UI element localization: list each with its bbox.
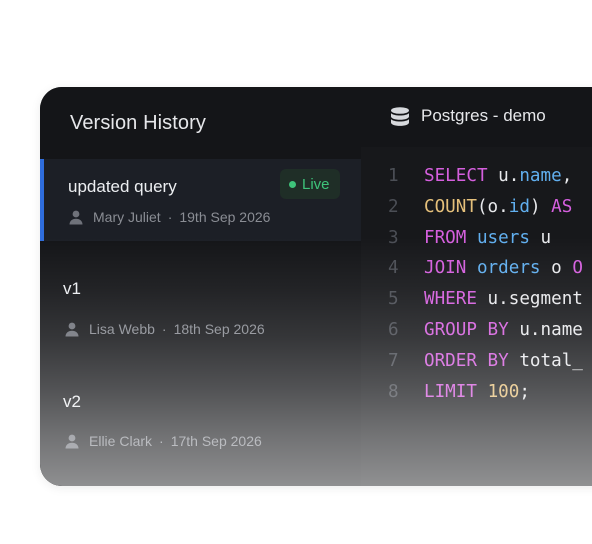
sql-number: 100 [487,381,520,402]
version-name: v1 [63,279,81,298]
meta-separator: · [161,321,167,337]
code-text: FROM users u [424,223,551,254]
code-line: 2 COUNT(o.id) AS [361,192,592,223]
version-author: Lisa Webb [89,321,155,337]
code-token: u. [487,166,520,186]
live-badge-label: Live [302,175,330,193]
code-line: 7 ORDER BY total_ [361,346,592,377]
code-token: u [529,227,552,248]
version-date: 18th Sep 2026 [173,321,265,337]
code-token: ) [529,196,552,217]
line-number: 2 [388,196,399,217]
sql-editor[interactable]: Postgres - demo 1 SELECT u.name, 2 COUNT… [361,87,592,486]
code-text: LIMIT 100; [424,377,530,408]
code-text: WHERE u.segment [424,284,583,315]
database-icon [391,107,409,126]
code-token: u.segment [476,289,583,310]
sql-keyword: GROUP BY [424,319,509,340]
code-token: ; [519,381,530,402]
editor-header: Postgres - demo [361,87,592,147]
line-number: 8 [388,381,399,402]
line-number: 5 [388,289,399,310]
code-text: COUNT(o.id) AS [424,192,572,223]
version-history-card: Version History updated query Live Mary … [40,87,592,486]
live-dot-icon [289,180,296,188]
code-token: (o. [476,196,509,217]
code-area[interactable]: 1 SELECT u.name, 2 COUNT(o.id) AS 3 FROM… [361,161,592,407]
line-number: 6 [388,319,399,340]
version-date: 17th Sep 2026 [170,433,262,449]
version-history-sidebar: Version History updated query Live Mary … [40,87,361,486]
connection-label: Postgres - demo [421,106,546,125]
code-text: ORDER BY total_ [424,346,583,377]
sql-identifier: orders [476,258,541,279]
sql-keyword: ORDER BY [424,350,509,371]
code-text: GROUP BY u.name [424,315,583,346]
version-item-v1[interactable]: v1 Lisa Webb · 18th Sep 2026 [40,255,361,355]
sql-keyword: LIMIT [424,381,477,402]
sql-identifier: id [508,196,530,217]
code-token: total_ [508,350,583,371]
sql-keyword: FROM [424,227,467,248]
version-item-v2[interactable]: v2 Ellie Clark · 17th Sep 2026 [40,367,361,467]
code-text: JOIN orders o O [424,253,583,284]
code-text: SELECT u.name, [424,161,572,192]
version-name: v2 [63,392,81,411]
version-name: updated query [68,177,177,196]
sql-keyword: O [572,258,583,279]
user-icon [65,322,79,337]
code-token: u.name [508,319,583,340]
code-line: 4 JOIN orders o O [361,253,592,284]
code-token: , [561,166,573,186]
version-item-updated-query[interactable]: updated query Live Mary Juliet · 19th Se… [40,159,361,241]
sidebar-title: Version History [70,112,206,134]
version-author: Ellie Clark [89,433,153,449]
code-line: 5 WHERE u.segment [361,284,592,315]
meta-separator: · [159,433,164,449]
version-meta: Ellie Clark · 17th Sep 2026 [64,433,262,449]
sql-keyword: SELECT [424,166,488,186]
sql-identifier: users [476,227,530,248]
line-number: 3 [388,227,399,248]
sql-keyword: WHERE [424,289,477,310]
code-token: o [540,258,573,279]
code-line: 8 LIMIT 100; [361,377,592,408]
sql-keyword: AS [551,196,573,217]
code-line: 6 GROUP BY u.name [361,315,592,346]
user-icon [65,434,79,449]
version-meta: Lisa Webb · 18th Sep 2026 [64,321,265,337]
line-number: 4 [388,258,399,279]
meta-separator: · [167,209,173,225]
sql-function: COUNT [424,196,477,217]
code-line: 1 SELECT u.name, [361,161,592,192]
line-number: 1 [388,166,399,186]
user-icon [69,210,83,225]
live-badge: Live [280,169,340,199]
active-indicator [40,159,44,241]
line-number: 7 [388,350,399,371]
version-author: Mary Juliet [93,209,161,225]
code-line: 3 FROM users u [361,223,592,254]
sql-identifier: name [519,166,562,186]
sql-keyword: JOIN [424,258,467,279]
version-date: 19th Sep 2026 [179,209,271,225]
page: Version History updated query Live Mary … [0,0,592,544]
version-meta: Mary Juliet · 19th Sep 2026 [68,209,270,225]
